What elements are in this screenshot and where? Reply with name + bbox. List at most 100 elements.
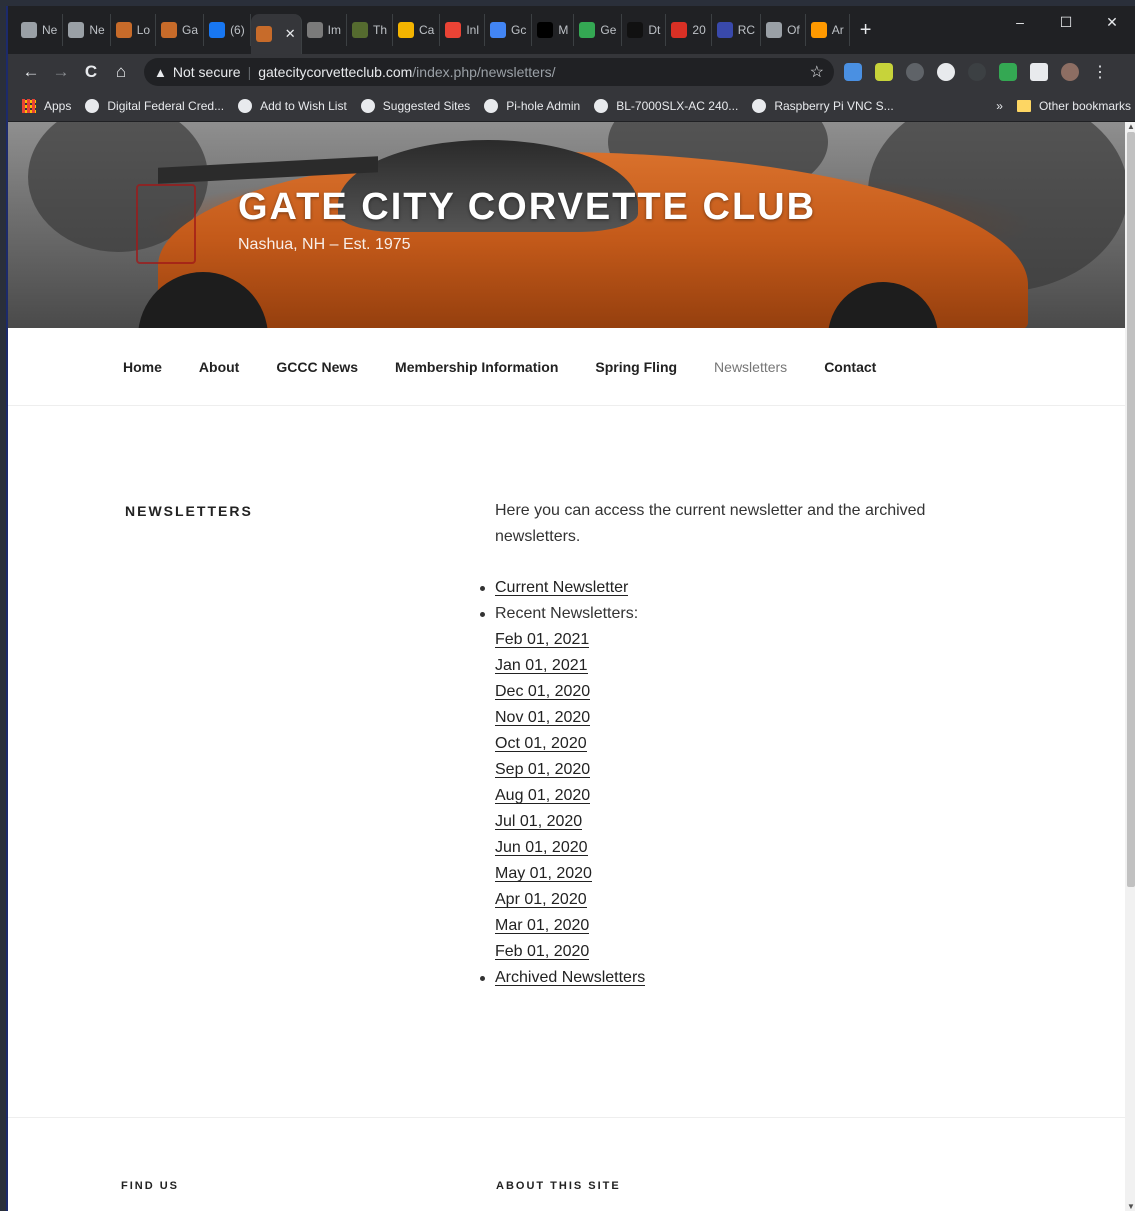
newsletter-link[interactable]: Jul 01, 2020 [495, 813, 582, 830]
footer-find-us-heading: FIND US [121, 1180, 179, 1192]
other-bookmarks[interactable]: Other bookmarks [1039, 99, 1131, 113]
tab-label: M [558, 23, 569, 37]
browser-tab[interactable]: Of [761, 14, 806, 46]
extensions-puzzle-icon[interactable] [1030, 63, 1048, 81]
url-host: gatecitycorvetteclub.com [258, 64, 413, 80]
browser-tab[interactable]: M [532, 14, 575, 46]
address-bar[interactable]: ▲ Not secure | gatecitycorvetteclub.com … [144, 58, 834, 86]
calendar-icon [490, 22, 507, 38]
bookmark-label: Digital Federal Cred... [107, 98, 225, 113]
nav-item-home[interactable]: Home [123, 359, 162, 375]
extension-check-icon[interactable] [875, 63, 893, 81]
newsletter-link[interactable]: Jan 01, 2021 [495, 657, 588, 674]
browser-tab[interactable]: Im [302, 14, 347, 46]
newsletter-link[interactable]: Aug 01, 2020 [495, 787, 590, 804]
club-logo[interactable] [136, 184, 196, 264]
bookmark-item[interactable]: Apps [22, 98, 71, 113]
tab-label: Lo [136, 23, 151, 37]
newsletter-link[interactable]: May 01, 2020 [495, 865, 592, 882]
browser-tab[interactable]: Ne [63, 14, 111, 46]
tab-label: 20 [692, 23, 706, 37]
pihole-icon [484, 98, 499, 113]
nav-item-spring-fling[interactable]: Spring Fling [595, 359, 677, 375]
browser-tab[interactable]: ✕ [250, 14, 302, 54]
close-tab-icon[interactable]: ✕ [285, 26, 296, 42]
nav-item-gccc-news[interactable]: GCCC News [276, 359, 358, 375]
bookmark-item[interactable]: BL-7000SLX-AC 240... [594, 98, 738, 113]
newsletter-row: Oct 01, 2020 [495, 731, 965, 757]
newsletter-link[interactable]: Sep 01, 2020 [495, 761, 590, 778]
archived-newsletters-link[interactable]: Archived Newsletters [495, 969, 645, 986]
scroll-up-icon[interactable]: ▲ [1127, 122, 1135, 131]
list-item: Archived Newsletters [480, 965, 965, 991]
bookmark-item[interactable]: Suggested Sites [360, 98, 470, 113]
warning-icon[interactable]: ▲ [154, 65, 167, 80]
browser-tab[interactable]: Gc [485, 14, 533, 46]
list-item: Current Newsletter [480, 575, 965, 601]
newsletter-link[interactable]: Jun 01, 2020 [495, 839, 588, 856]
bookmark-label: Pi-hole Admin [506, 98, 581, 113]
nav-item-contact[interactable]: Contact [824, 359, 876, 375]
current-newsletter-link[interactable]: Current Newsletter [495, 579, 628, 596]
browser-tab[interactable]: RC [712, 14, 762, 46]
bookmark-star-icon[interactable]: ☆ [810, 62, 824, 82]
browser-tab[interactable]: 20 [666, 14, 712, 46]
newsletter-row: Mar 01, 2020 [495, 913, 965, 939]
bookmark-item[interactable]: Raspberry Pi VNC S... [752, 98, 894, 113]
minimize-button[interactable]: – [997, 6, 1043, 38]
browser-tab[interactable]: Th [347, 14, 393, 46]
browser-tab[interactable]: Ge [574, 14, 623, 46]
maximize-button[interactable]: ☐ [1043, 6, 1089, 38]
footer-about-heading: ABOUT THIS SITE [496, 1180, 621, 1192]
bookmark-item[interactable]: Pi-hole Admin [484, 98, 581, 113]
browser-tab[interactable]: Lo [111, 14, 157, 46]
scrollbar-thumb[interactable] [1127, 132, 1135, 887]
newsletter-row: Apr 01, 2020 [495, 887, 965, 913]
new-tab-button[interactable]: + [860, 19, 872, 42]
newsletter-link[interactable]: Feb 01, 2020 [495, 943, 589, 960]
tab-favicon-icon [579, 22, 596, 38]
site-description: Nashua, NH – Est. 1975 [238, 236, 411, 253]
newsletter-link[interactable]: Oct 01, 2020 [495, 735, 587, 752]
nav-item-newsletters[interactable]: Newsletters [714, 359, 787, 375]
reload-button[interactable]: C [76, 62, 106, 82]
forward-button[interactable]: → [46, 62, 76, 82]
tab-label: Ca [419, 23, 435, 37]
nav-item-membership-information[interactable]: Membership Information [395, 359, 558, 375]
facebook-icon [209, 22, 226, 38]
home-button[interactable]: ⌂ [106, 62, 136, 82]
browser-tab[interactable]: Ga [156, 14, 205, 46]
site-title[interactable]: GATE CITY CORVETTE CLUB [238, 186, 816, 229]
extension-checkbox-icon[interactable] [999, 63, 1017, 81]
recent-newsletters-label: Recent Newsletters: [495, 605, 639, 622]
bookmark-item[interactable]: Add to Wish List [238, 98, 347, 113]
browser-tab[interactable]: Inl [440, 14, 486, 46]
tab-favicon-icon [161, 22, 178, 38]
browser-tab[interactable]: (6) [204, 14, 251, 46]
browser-tab[interactable]: Dt [622, 14, 667, 46]
newsletter-link[interactable]: Dec 01, 2020 [495, 683, 590, 700]
nav-item-about[interactable]: About [199, 359, 239, 375]
page-scrollbar[interactable]: ▲ ▼ [1125, 122, 1135, 1211]
tab-label: Of [787, 23, 800, 37]
browser-tab[interactable]: Ar [806, 14, 850, 46]
newsletter-link[interactable]: Nov 01, 2020 [495, 709, 590, 726]
newsletter-link[interactable]: Mar 01, 2020 [495, 917, 589, 934]
browser-tab[interactable]: Ne [16, 14, 64, 46]
close-window-button[interactable]: ✕ [1089, 6, 1135, 38]
extension-circle-icon[interactable] [937, 63, 955, 81]
menu-kebab-icon[interactable]: ⋮ [1092, 62, 1108, 82]
extension-dim-icon[interactable] [968, 63, 986, 81]
newsletter-row: Jan 01, 2021 [495, 653, 965, 679]
bookmark-item[interactable]: Digital Federal Cred... [85, 98, 225, 113]
newsletter-link[interactable]: Feb 01, 2021 [495, 631, 589, 648]
back-button[interactable]: ← [16, 62, 46, 82]
security-label[interactable]: Not secure [173, 64, 241, 80]
scroll-down-icon[interactable]: ▼ [1127, 1202, 1135, 1211]
browser-tab[interactable]: Ca [393, 14, 441, 46]
bookmarks-overflow-button[interactable]: » [996, 99, 1003, 113]
extension-cloud-icon[interactable] [844, 63, 862, 81]
newsletter-link[interactable]: Apr 01, 2020 [495, 891, 587, 908]
profile-avatar[interactable] [1061, 63, 1079, 81]
extension-github-icon[interactable] [906, 63, 924, 81]
